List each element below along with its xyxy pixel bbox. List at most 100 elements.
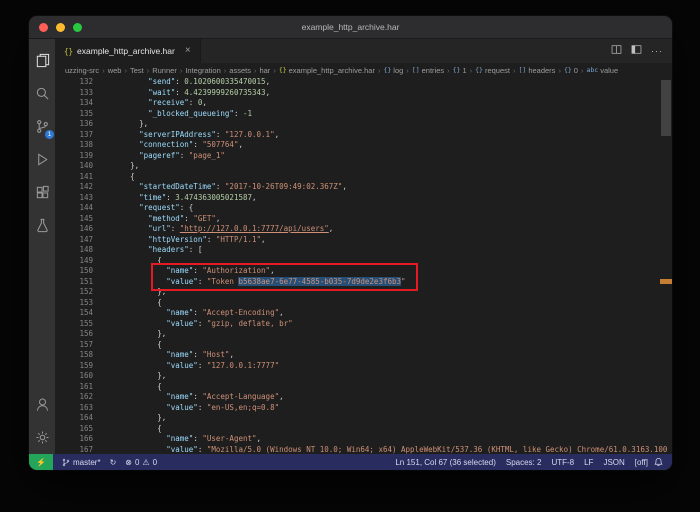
titlebar[interactable]: example_http_archive.har: [29, 16, 672, 39]
code-line-150[interactable]: 150 "name": "Authorization",: [55, 266, 672, 277]
breadcrumb-item[interactable]: har: [259, 66, 270, 75]
breadcrumb-item[interactable]: {}0: [564, 66, 578, 75]
breadcrumb-label: 0: [574, 66, 578, 75]
code-line-153[interactable]: 153 {: [55, 298, 672, 309]
code-line-137[interactable]: 137 "serverIPAddress": "127.0.0.1",: [55, 130, 672, 141]
close-window-button[interactable]: [39, 23, 48, 32]
scrollbar-thumb[interactable]: [661, 80, 671, 136]
code-line-145[interactable]: 145 "method": "GET",: [55, 214, 672, 225]
code-text: "receive": 0,: [103, 98, 207, 109]
remote-indicator[interactable]: ⚡: [29, 454, 53, 470]
breadcrumb-separator: ›: [124, 66, 127, 75]
code-line-165[interactable]: 165 {: [55, 424, 672, 435]
code-line-158[interactable]: 158 "name": "Host",: [55, 350, 672, 361]
object-symbol-icon: {}: [564, 66, 572, 74]
code-line-162[interactable]: 162 "name": "Accept-Language",: [55, 392, 672, 403]
code-line-167[interactable]: 167 "value": "Mozilla/5.0 (Windows NT 10…: [55, 445, 672, 455]
code-line-157[interactable]: 157 {: [55, 340, 672, 351]
code-line-156[interactable]: 156 },: [55, 329, 672, 340]
code-line-146[interactable]: 146 "url": "http://127.0.0.1:7777/api/us…: [55, 224, 672, 235]
breadcrumb-item[interactable]: []entries: [412, 66, 444, 75]
line-number: 137: [55, 130, 103, 141]
code-line-164[interactable]: 164 },: [55, 413, 672, 424]
breadcrumb-item[interactable]: Test: [130, 66, 144, 75]
overview-selection-mark: [660, 279, 672, 284]
code-line-151[interactable]: 151 "value": "Token b5638ae7-6e77-4585-b…: [55, 277, 672, 288]
sync-button[interactable]: ↻: [110, 458, 117, 467]
breadcrumb-item[interactable]: []headers: [519, 66, 556, 75]
scrollbar[interactable]: [660, 77, 672, 454]
code-line-166[interactable]: 166 "name": "User-Agent",: [55, 434, 672, 445]
code-line-148[interactable]: 148 "headers": [: [55, 245, 672, 256]
code-line-149[interactable]: 149 {: [55, 256, 672, 267]
code-line-144[interactable]: 144 "request": {: [55, 203, 672, 214]
breadcrumb-item[interactable]: {}example_http_archive.har: [279, 66, 375, 75]
breadcrumb-item[interactable]: {}log: [383, 66, 403, 75]
status-eol[interactable]: LF: [584, 458, 593, 467]
editor[interactable]: 132 "send": 0.1020600335470015,133 "wait…: [55, 77, 672, 454]
zoom-window-button[interactable]: [73, 23, 82, 32]
status-indentation[interactable]: Spaces: 2: [506, 458, 542, 467]
code-line-141[interactable]: 141 {: [55, 172, 672, 183]
code-line-142[interactable]: 142 "startedDateTime": "2017-10-26T09:49…: [55, 182, 672, 193]
code-line-132[interactable]: 132 "send": 0.1020600335470015,: [55, 77, 672, 88]
breadcrumb-separator: ›: [513, 66, 516, 75]
split-editor-icon[interactable]: [611, 42, 622, 60]
code-line-133[interactable]: 133 "wait": 4.4239999260735343,: [55, 88, 672, 99]
code-text: "method": "GET",: [103, 214, 220, 225]
code-line-140[interactable]: 140 },: [55, 161, 672, 172]
code-line-143[interactable]: 143 "time": 3.474363005021587,: [55, 193, 672, 204]
code-line-134[interactable]: 134 "receive": 0,: [55, 98, 672, 109]
status-format-toggle[interactable]: [off]: [635, 458, 648, 467]
breadcrumb-item[interactable]: abcvalue: [586, 66, 618, 75]
code-line-159[interactable]: 159 "value": "127.0.0.1:7777": [55, 361, 672, 372]
git-branch-status[interactable]: master*: [62, 458, 101, 467]
code-line-163[interactable]: 163 "value": "en-US,en;q=0.8": [55, 403, 672, 414]
code-line-161[interactable]: 161 {: [55, 382, 672, 393]
sidebar-item-extensions[interactable]: [29, 176, 55, 209]
window-title: example_http_archive.har: [302, 22, 400, 32]
code-line-136[interactable]: 136 },: [55, 119, 672, 130]
code-line-147[interactable]: 147 "httpVersion": "HTTP/1.1",: [55, 235, 672, 246]
bell-icon: [654, 457, 663, 467]
breadcrumb-item[interactable]: {}request: [475, 66, 510, 75]
sidebar-item-explorer[interactable]: [29, 44, 55, 77]
status-encoding[interactable]: UTF-8: [551, 458, 574, 467]
status-cursor-position[interactable]: Ln 151, Col 67 (36 selected): [395, 458, 496, 467]
sidebar-item-run-debug[interactable]: [29, 143, 55, 176]
line-number: 153: [55, 298, 103, 309]
status-left-items: ⚡ master* ↻ ⊗ 0 ⚠ 0: [29, 454, 157, 470]
breadcrumb-item[interactable]: {}1: [453, 66, 467, 75]
tab-close-icon[interactable]: ×: [185, 46, 191, 56]
code-line-155[interactable]: 155 "value": "gzip, deflate, br": [55, 319, 672, 330]
code-line-154[interactable]: 154 "name": "Accept-Encoding",: [55, 308, 672, 319]
more-actions-icon[interactable]: ···: [651, 46, 663, 56]
code-line-135[interactable]: 135 "_blocked_queueing": -1: [55, 109, 672, 120]
breadcrumb-item[interactable]: uzzing-src: [65, 66, 99, 75]
tab-example-http-archive[interactable]: {} example_http_archive.har ×: [55, 39, 201, 63]
status-language-mode[interactable]: JSON: [603, 458, 624, 467]
minimize-window-button[interactable]: [56, 23, 65, 32]
code-line-139[interactable]: 139 "pageref": "page_1": [55, 151, 672, 162]
breadcrumb-item[interactable]: Runner: [152, 66, 177, 75]
code-line-160[interactable]: 160 },: [55, 371, 672, 382]
breadcrumb-item[interactable]: assets: [229, 66, 251, 75]
breadcrumb-label: har: [259, 66, 270, 75]
array-symbol-icon: []: [412, 66, 420, 74]
breadcrumb-item[interactable]: Integration: [185, 66, 220, 75]
sidebar-item-testing[interactable]: [29, 209, 55, 242]
error-count: 0: [135, 458, 139, 467]
sidebar-item-source-control[interactable]: 1: [29, 110, 55, 143]
accounts-button[interactable]: [29, 388, 55, 421]
desktop-background: example_http_archive.har: [0, 0, 700, 512]
code-line-138[interactable]: 138 "connection": "507764",: [55, 140, 672, 151]
breadcrumb-item[interactable]: web: [108, 66, 122, 75]
line-number: 164: [55, 413, 103, 424]
layout-icon[interactable]: [631, 42, 642, 60]
notifications-bell-button[interactable]: [654, 457, 672, 467]
sidebar-item-search[interactable]: [29, 77, 55, 110]
problems-status[interactable]: ⊗ 0 ⚠ 0: [125, 458, 157, 467]
settings-button[interactable]: [29, 421, 55, 454]
code-line-152[interactable]: 152 },: [55, 287, 672, 298]
gear-icon: [35, 430, 50, 445]
